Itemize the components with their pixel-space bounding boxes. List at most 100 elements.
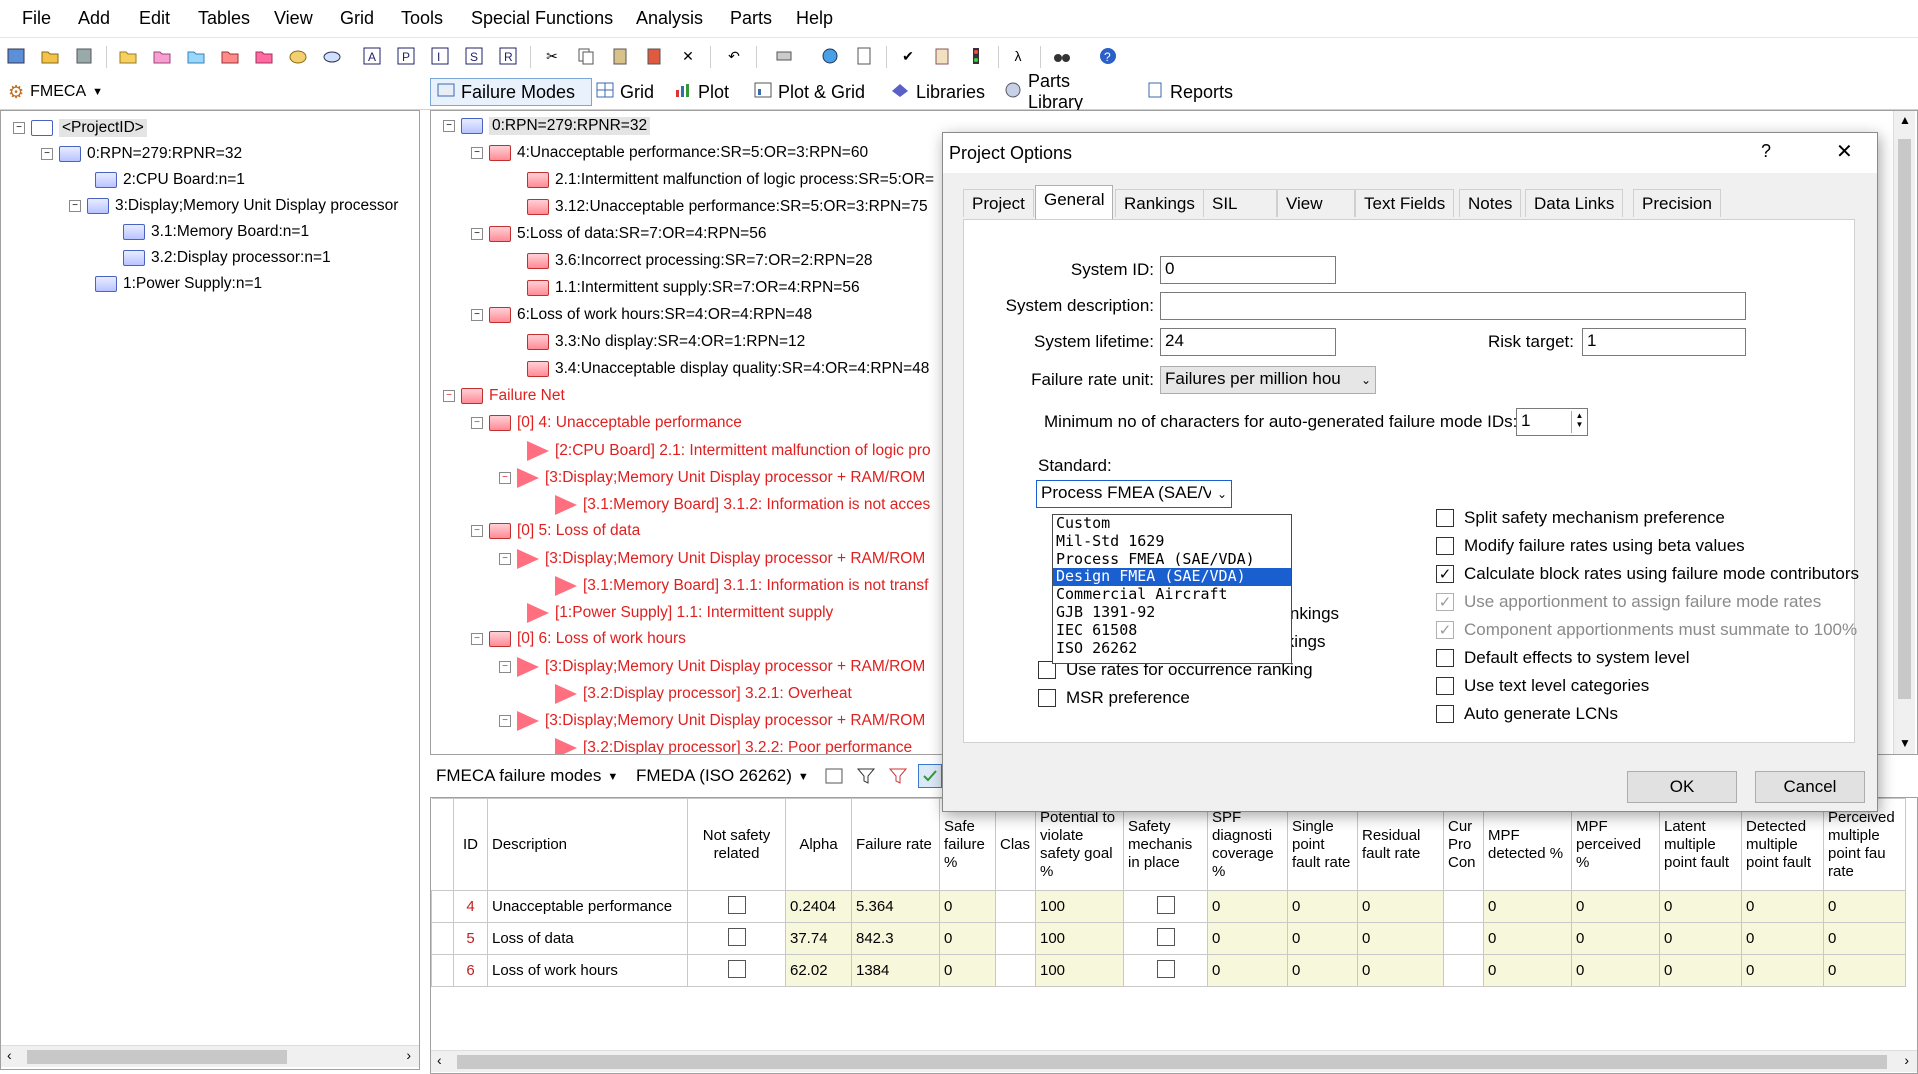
checkbox[interactable] bbox=[1436, 649, 1454, 667]
tree-node-memory-board[interactable]: 3.1:Memory Board:n=1 bbox=[123, 223, 309, 241]
collapse-icon[interactable]: − bbox=[471, 228, 483, 240]
checkbox[interactable] bbox=[1156, 895, 1175, 914]
folder-add-icon[interactable] bbox=[150, 44, 174, 68]
collapse-icon[interactable]: − bbox=[471, 417, 483, 429]
tree-node-power-supply[interactable]: 1:Power Supply:n=1 bbox=[95, 275, 262, 293]
cell-spf-coverage[interactable]: 0 bbox=[1207, 890, 1288, 923]
cell-cur-pro-con[interactable] bbox=[1443, 922, 1484, 955]
checkbox[interactable] bbox=[727, 959, 746, 978]
plot-button[interactable]: Plot bbox=[668, 78, 744, 106]
collapse-icon[interactable]: − bbox=[13, 122, 25, 134]
checkbox[interactable] bbox=[727, 895, 746, 914]
fm-node[interactable]: 2.1:Intermittent malfunction of logic pr… bbox=[527, 171, 934, 189]
collapse-icon[interactable]: − bbox=[499, 715, 511, 727]
col-safety-mechanism[interactable]: Safety mechanis in place bbox=[1123, 798, 1208, 891]
cell-perceived-mpf[interactable]: 0 bbox=[1823, 890, 1906, 923]
cell-latent-mpf[interactable]: 0 bbox=[1659, 954, 1742, 987]
scroll-thumb[interactable] bbox=[27, 1050, 287, 1064]
cell-cur-pro-con[interactable] bbox=[1443, 954, 1484, 987]
cell-residual-rate[interactable]: 0 bbox=[1357, 922, 1444, 955]
help-button[interactable]: ? bbox=[1761, 141, 1771, 162]
cell-mpf-perceived[interactable]: 0 bbox=[1571, 922, 1660, 955]
text-s-icon[interactable]: S bbox=[462, 44, 486, 68]
col-potential-violate[interactable]: Potential to violate safety goal % bbox=[1035, 798, 1124, 891]
ellipse-icon[interactable] bbox=[320, 44, 344, 68]
fn-node[interactable]: − [3:Display;Memory Unit Display processo… bbox=[499, 657, 925, 677]
system-id-field[interactable]: 0 bbox=[1160, 256, 1336, 284]
checkbox[interactable] bbox=[1156, 959, 1175, 978]
menu-add[interactable]: Add bbox=[78, 8, 110, 29]
tab-data-links[interactable]: Data Links bbox=[1525, 189, 1624, 217]
scroll-left-icon[interactable]: ‹ bbox=[437, 1052, 442, 1068]
split-safety-mechanism-checkbox[interactable]: Split safety mechanism preference bbox=[1436, 508, 1725, 528]
apply-filter-icon[interactable] bbox=[918, 764, 942, 788]
default-effects-checkbox[interactable]: Default effects to system level bbox=[1436, 648, 1690, 668]
spinner-arrows-icon[interactable]: ▲ ▼ bbox=[1571, 411, 1587, 433]
text-r-icon[interactable]: R bbox=[496, 44, 520, 68]
cell-description[interactable]: Unacceptable performance bbox=[487, 890, 688, 923]
fm-node[interactable]: − 4:Unacceptable performance:SR=5:OR=3:RP… bbox=[471, 144, 868, 162]
menu-special-functions[interactable]: Special Functions bbox=[471, 8, 613, 29]
fn-node[interactable]: [1:Power Supply] 1.1: Intermittent suppl… bbox=[527, 603, 833, 623]
cell-potential-violate[interactable]: 100 bbox=[1035, 890, 1124, 923]
grid-settings-icon[interactable] bbox=[822, 764, 846, 788]
cell-id[interactable]: 4 bbox=[453, 890, 488, 923]
collapse-icon[interactable]: − bbox=[471, 147, 483, 159]
cell-single-point-rate[interactable]: 0 bbox=[1287, 890, 1358, 923]
failure-rate-unit-dropdown[interactable]: Failures per million hou ⌄ bbox=[1160, 366, 1376, 394]
lambda-icon[interactable]: λ bbox=[1006, 44, 1030, 68]
cell-mpf-perceived[interactable]: 0 bbox=[1571, 954, 1660, 987]
fm-node[interactable]: − 5:Loss of data:SR=7:OR=4:RPN=56 bbox=[471, 225, 766, 243]
beta-values-checkbox[interactable]: Modify failure rates using beta values bbox=[1436, 536, 1745, 556]
shape-icon[interactable] bbox=[286, 44, 310, 68]
grid-type-dropdown[interactable]: FMECA failure modes ▼ bbox=[436, 766, 618, 786]
col-alpha[interactable]: Alpha bbox=[785, 798, 852, 891]
row-selector[interactable] bbox=[431, 890, 454, 923]
fm-node[interactable]: 3.4:Unacceptable display quality:SR=4:OR… bbox=[527, 360, 929, 378]
row-selector[interactable] bbox=[431, 922, 454, 955]
scroll-down-icon[interactable]: ▼ bbox=[1899, 736, 1911, 750]
cell-potential-violate[interactable]: 100 bbox=[1035, 922, 1124, 955]
cell-safe-failure[interactable]: 0 bbox=[939, 954, 996, 987]
cell-latent-mpf[interactable]: 0 bbox=[1659, 922, 1742, 955]
cell-mpf-perceived[interactable]: 0 bbox=[1571, 890, 1660, 923]
cell-id[interactable]: 5 bbox=[453, 922, 488, 955]
cell-single-point-rate[interactable]: 0 bbox=[1287, 954, 1358, 987]
cell-detected-mpf[interactable]: 0 bbox=[1741, 890, 1824, 923]
apportionment-checkbox[interactable]: ✓ Use apportionment to assign failure mod… bbox=[1436, 592, 1821, 612]
risk-target-field[interactable]: 1 bbox=[1582, 328, 1746, 356]
col-mpf-perceived[interactable]: MPF perceived % bbox=[1571, 798, 1660, 891]
scroll-right-icon[interactable]: › bbox=[406, 1047, 411, 1063]
ok-button[interactable]: OK bbox=[1627, 771, 1737, 803]
msr-preference-checkbox[interactable]: MSR preference bbox=[1038, 688, 1190, 708]
cell-mpf-detected[interactable]: 0 bbox=[1483, 890, 1572, 923]
col-description[interactable]: Description bbox=[487, 798, 688, 891]
col-spf-coverage[interactable]: SPF diagnosti coverage % bbox=[1207, 798, 1288, 891]
menu-edit[interactable]: Edit bbox=[139, 8, 170, 29]
checkbox-checked[interactable]: ✓ bbox=[1436, 621, 1454, 639]
min-chars-spinner[interactable]: 1 ▲ ▼ bbox=[1516, 408, 1588, 436]
cell-detected-mpf[interactable]: 0 bbox=[1741, 954, 1824, 987]
standard-option[interactable]: Custom bbox=[1053, 514, 1291, 533]
menu-file[interactable]: File bbox=[22, 8, 51, 29]
col-residual-rate[interactable]: Residual fault rate bbox=[1357, 798, 1444, 891]
grid-standard-dropdown[interactable]: FMEDA (ISO 26262) ▼ bbox=[636, 766, 809, 786]
fn-node[interactable]: [2:CPU Board] 2.1: Intermittent malfunct… bbox=[527, 441, 931, 461]
col-class[interactable]: Clas bbox=[995, 798, 1036, 891]
cell-failure-rate[interactable]: 5.364 bbox=[851, 890, 940, 923]
system-lifetime-field[interactable]: 24 bbox=[1160, 328, 1336, 356]
cell-residual-rate[interactable]: 0 bbox=[1357, 890, 1444, 923]
cell-description[interactable]: Loss of work hours bbox=[487, 954, 688, 987]
standard-option[interactable]: ISO 26262 bbox=[1053, 639, 1291, 658]
folder-red-icon[interactable] bbox=[218, 44, 242, 68]
reports-button[interactable]: Reports bbox=[1140, 78, 1240, 106]
standard-option-selected[interactable]: Design FMEA (SAE/VDA) bbox=[1053, 568, 1291, 587]
fm-node[interactable]: 1.1:Intermittent supply:SR=7:OR=4:RPN=56 bbox=[527, 279, 860, 297]
cell-id[interactable]: 6 bbox=[453, 954, 488, 987]
cell-cur-pro-con[interactable] bbox=[1443, 890, 1484, 923]
left-horizontal-scrollbar[interactable]: ‹ › bbox=[1, 1045, 419, 1067]
scroll-right-icon[interactable]: › bbox=[1904, 1052, 1909, 1068]
scroll-up-icon[interactable]: ▲ bbox=[1899, 113, 1911, 127]
cell-potential-violate[interactable]: 100 bbox=[1035, 954, 1124, 987]
checkbox-checked[interactable]: ✓ bbox=[1436, 565, 1454, 583]
